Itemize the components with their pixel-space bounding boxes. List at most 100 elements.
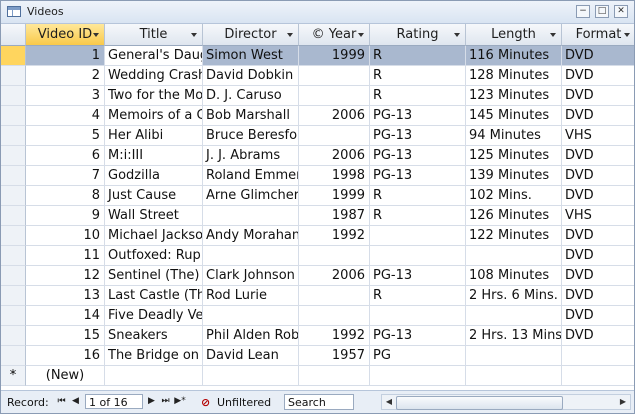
cell-video-id[interactable]: 11 (26, 246, 105, 266)
cell-length[interactable] (466, 246, 562, 266)
table-row[interactable]: 9 Wall Street 1987 R 126 Minutes VHS (1, 206, 634, 226)
cell-length[interactable] (466, 306, 562, 326)
column-header-director[interactable]: Director (203, 24, 299, 46)
column-header-video-id[interactable]: Video ID (26, 24, 105, 46)
scroll-right-icon[interactable]: ▶ (617, 396, 629, 408)
new-record-label[interactable]: (New) (26, 366, 105, 386)
cell-title[interactable]: Memoirs of a G (105, 106, 203, 126)
table-row[interactable]: 6 M:i:III J. J. Abrams 2006 PG-13 125 Minutes… (1, 146, 634, 166)
dropdown-arrow-icon[interactable] (550, 33, 556, 37)
record-selector[interactable] (1, 166, 26, 186)
cell-rating[interactable]: PG-13 (370, 326, 466, 346)
record-selector[interactable] (1, 326, 26, 346)
scroll-left-icon[interactable]: ◀ (383, 396, 395, 408)
cell-director[interactable]: David Dobkin (203, 66, 299, 86)
table-row[interactable]: 8 Just Cause Arne Glimcher 1999 R 102 Mins. DV… (1, 186, 634, 206)
cell-director[interactable]: Roland Emmer (203, 166, 299, 186)
cell-length[interactable]: 108 Minutes (466, 266, 562, 286)
next-record-button[interactable]: ▶ (147, 396, 156, 407)
table-row[interactable]: 14 Five Deadly Ve DVD (1, 306, 634, 326)
cell-length[interactable] (466, 346, 562, 366)
cell-video-id[interactable]: 13 (26, 286, 105, 306)
new-record-cell[interactable] (299, 366, 370, 386)
cell-rating[interactable] (370, 226, 466, 246)
record-selector[interactable] (1, 86, 26, 106)
cell-title[interactable]: The Bridge on t (105, 346, 203, 366)
cell-director[interactable]: Simon West (203, 46, 299, 66)
cell-director[interactable]: Bruce Beresfor (203, 126, 299, 146)
cell-format[interactable]: DVD (562, 146, 634, 166)
record-selector[interactable] (1, 206, 26, 226)
cell-title[interactable]: M:i:III (105, 146, 203, 166)
cell-director[interactable]: Rod Lurie (203, 286, 299, 306)
cell-director[interactable] (203, 306, 299, 326)
cell-video-id[interactable]: 6 (26, 146, 105, 166)
table-row[interactable]: 2 Wedding Crash David Dobkin R 128 Minutes DV… (1, 66, 634, 86)
cell-video-id[interactable]: 16 (26, 346, 105, 366)
table-row[interactable]: 4 Memoirs of a G Bob Marshall 2006 PG-13 145 … (1, 106, 634, 126)
cell-video-id[interactable]: 15 (26, 326, 105, 346)
cell-rating[interactable] (370, 246, 466, 266)
cell-rating[interactable]: PG-13 (370, 146, 466, 166)
cell-rating[interactable]: R (370, 46, 466, 66)
dropdown-arrow-icon[interactable] (358, 33, 364, 37)
cell-rating[interactable] (370, 306, 466, 326)
table-row[interactable]: 1 General's Daug Simon West 1999 R 116 Minute… (1, 46, 634, 66)
cell-format[interactable]: DVD (562, 86, 634, 106)
dropdown-arrow-icon[interactable] (287, 33, 293, 37)
dropdown-arrow-icon[interactable] (93, 33, 99, 37)
cell-video-id[interactable]: 3 (26, 86, 105, 106)
column-header-format[interactable]: Format (562, 24, 634, 46)
cell-video-id[interactable]: 2 (26, 66, 105, 86)
new-record-button[interactable]: ▶* (173, 396, 187, 407)
cell-year[interactable]: 2006 (299, 106, 370, 126)
record-selector[interactable] (1, 306, 26, 326)
dropdown-arrow-icon[interactable] (454, 33, 460, 37)
cell-year[interactable] (299, 86, 370, 106)
dropdown-arrow-icon[interactable] (624, 33, 630, 37)
cell-director[interactable]: David Lean (203, 346, 299, 366)
cell-year[interactable] (299, 246, 370, 266)
table-row[interactable]: 7 Godzilla Roland Emmer 1998 PG-13 139 Minute… (1, 166, 634, 186)
cell-format[interactable]: VHS (562, 126, 634, 146)
column-header-year[interactable]: © Year (299, 24, 370, 46)
cell-director[interactable]: Clark Johnson (203, 266, 299, 286)
cell-year[interactable]: 1999 (299, 186, 370, 206)
search-input[interactable]: Search (284, 394, 354, 410)
record-selector[interactable] (1, 346, 26, 366)
select-all-corner[interactable] (1, 24, 26, 46)
cell-director[interactable] (203, 246, 299, 266)
cell-rating[interactable]: R (370, 86, 466, 106)
cell-video-id[interactable]: 8 (26, 186, 105, 206)
cell-video-id[interactable]: 10 (26, 226, 105, 246)
cell-format[interactable]: DVD (562, 186, 634, 206)
cell-title[interactable]: Sentinel (The) (105, 266, 203, 286)
cell-format[interactable]: DVD (562, 326, 634, 346)
cell-year[interactable]: 1999 (299, 46, 370, 66)
cell-year[interactable] (299, 66, 370, 86)
scrollbar-thumb[interactable] (396, 396, 563, 410)
cell-title[interactable]: Just Cause (105, 186, 203, 206)
cell-format[interactable]: DVD (562, 106, 634, 126)
new-record-cell[interactable] (370, 366, 466, 386)
record-selector[interactable] (1, 46, 26, 66)
cell-video-id[interactable]: 14 (26, 306, 105, 326)
table-row[interactable]: 16 The Bridge on t David Lean 1957 PG (1, 346, 634, 366)
cell-rating[interactable]: PG-13 (370, 166, 466, 186)
close-button[interactable]: ✕ (614, 5, 628, 18)
cell-year[interactable]: 2006 (299, 146, 370, 166)
cell-director[interactable]: Arne Glimcher (203, 186, 299, 206)
cell-title[interactable]: Wall Street (105, 206, 203, 226)
restore-button[interactable]: □ (595, 5, 609, 18)
cell-rating[interactable]: R (370, 206, 466, 226)
cell-length[interactable]: 2 Hrs. 6 Mins. (466, 286, 562, 306)
record-selector[interactable] (1, 126, 26, 146)
horizontal-scrollbar[interactable]: ◀ ▶ (381, 394, 631, 410)
cell-title[interactable]: Wedding Crash (105, 66, 203, 86)
record-selector[interactable] (1, 226, 26, 246)
minimize-button[interactable]: − (576, 5, 590, 18)
new-record-cell[interactable] (466, 366, 562, 386)
cell-rating[interactable]: PG (370, 346, 466, 366)
previous-record-button[interactable]: ◀ (71, 396, 80, 407)
cell-length[interactable]: 145 Minutes (466, 106, 562, 126)
